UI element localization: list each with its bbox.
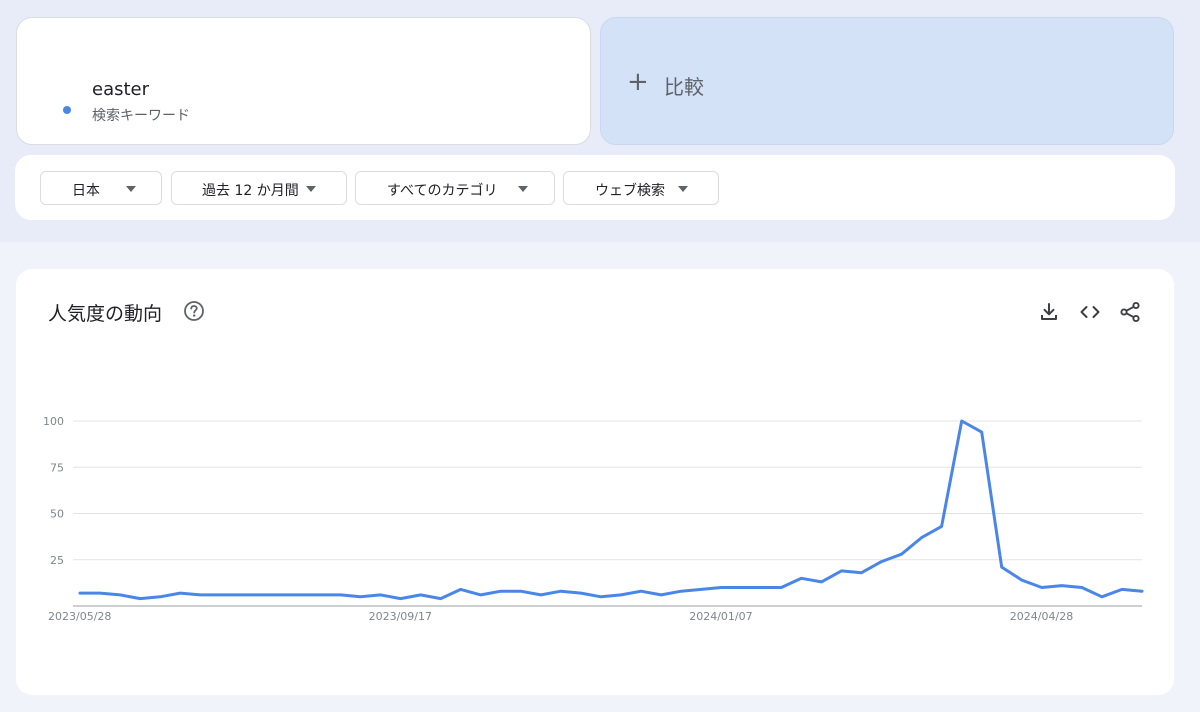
chevron-down-icon [518,186,528,192]
region-filter[interactable]: 日本 [40,171,162,205]
time-range-filter[interactable]: 過去 12 か月間 [171,171,347,205]
plus-icon: + [627,67,649,97]
search-type-filter[interactable]: ウェブ検索 [563,171,719,205]
term-name: easter [92,79,150,100]
y-tick-label: 50 [50,508,64,521]
interest-over-time-card: 人気度の動向 25 50 75 100 2023/05/28 2023/09/17 2024… [16,269,1174,695]
trend-chart: 25 50 75 100 2023/05/28 2023/09/17 2024/01/07 2… [43,415,1144,623]
chevron-down-icon [678,186,688,192]
y-tick-label: 75 [50,461,64,474]
compare-button[interactable]: + 比較 [600,17,1174,145]
search-term-card[interactable]: easter 検索キーワード [16,17,591,145]
x-tick-label: 2024/01/07 [689,610,752,623]
x-tick-label: 2023/09/17 [369,610,432,623]
y-tick-label: 25 [50,554,64,567]
compare-label: 比較 [664,75,704,99]
category-filter-label: すべてのカテゴリ [387,183,498,199]
term-type: 検索キーワード [92,108,190,124]
series-line-easter [78,419,1144,601]
x-tick-label: 2023/05/28 [48,610,111,623]
y-tick-label: 100 [43,415,64,428]
region-filter-label: 日本 [72,183,100,199]
search-type-filter-label: ウェブ検索 [595,183,665,199]
chevron-down-icon [126,186,136,192]
filter-bar: 日本 過去 12 か月間 すべてのカテゴリ ウェブ検索 [15,155,1175,220]
chevron-down-icon [306,186,316,192]
term-color-dot [63,106,71,114]
time-range-filter-label: 過去 12 か月間 [202,183,299,199]
x-tick-label: 2024/04/28 [1010,610,1073,623]
category-filter[interactable]: すべてのカテゴリ [355,171,555,205]
